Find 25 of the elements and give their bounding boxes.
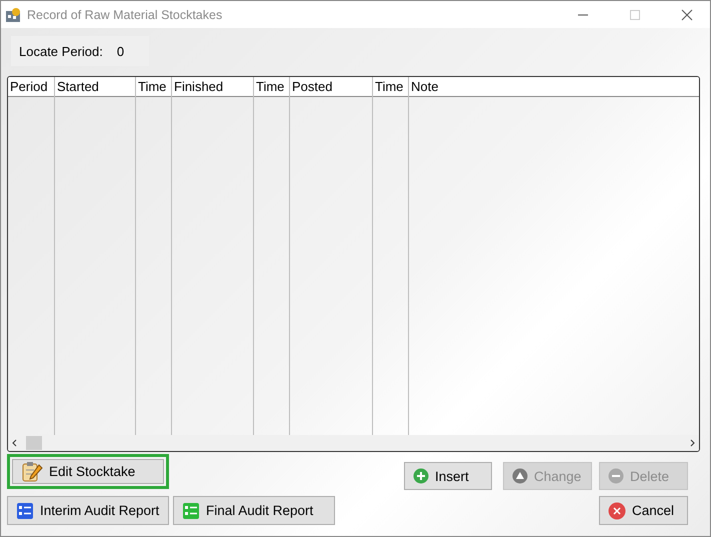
interim-button[interactable]: Interim Audit Report [7, 496, 169, 525]
column-header[interactable]: Finished [172, 77, 253, 97]
list-icon [182, 502, 200, 520]
list-icon [16, 502, 34, 520]
scrollbar-thumb[interactable] [26, 436, 42, 450]
column-header[interactable]: Note [409, 77, 699, 97]
plus-icon [413, 468, 429, 484]
cancel-button[interactable]: Cancel [599, 496, 688, 525]
insert-button[interactable]: Insert [404, 462, 492, 490]
close-icon[interactable] [681, 8, 693, 20]
app-icon [5, 6, 21, 22]
final-button[interactable]: Final Audit Report [173, 496, 335, 525]
close-icon [608, 502, 626, 520]
column-header[interactable]: Started [55, 77, 135, 97]
minus-icon [608, 468, 624, 484]
column-header[interactable]: Time [373, 77, 408, 97]
notepad-pencil-icon [21, 460, 43, 482]
locate-period-label: Locate Period: [19, 44, 103, 58]
column-header[interactable]: Time [136, 77, 171, 97]
column-header[interactable]: Posted [290, 77, 372, 97]
column-header[interactable]: Time [254, 77, 289, 97]
window-title: Record of Raw Material Stocktakes [27, 8, 224, 22]
column-header[interactable]: Period [8, 77, 54, 97]
locate-period-value[interactable]: 0 [116, 44, 124, 58]
edit-button[interactable]: Edit Stocktake [12, 459, 164, 484]
